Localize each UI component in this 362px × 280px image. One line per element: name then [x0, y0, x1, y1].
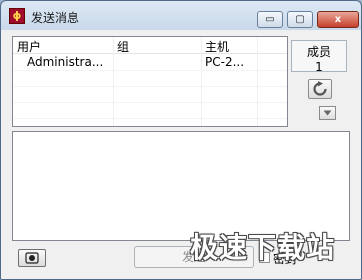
column-divider [201, 37, 202, 126]
member-count-panel: 成员 1 [291, 40, 347, 74]
row-divider [13, 118, 287, 119]
row-divider [13, 102, 287, 103]
message-input[interactable] [12, 131, 350, 241]
list-item-host[interactable]: PC-2... [205, 55, 244, 69]
seal-checkbox[interactable] [259, 252, 270, 263]
window-title: 发送消息 [31, 11, 80, 25]
column-header-user[interactable]: 用户 [17, 38, 41, 55]
seal-label[interactable]: 密封 [273, 250, 297, 267]
camera-icon [25, 252, 39, 264]
title-bar[interactable]: ϕ 发送消息 ▭ ▢ x [1, 1, 361, 30]
row-divider [13, 86, 287, 87]
refresh-icon [313, 81, 327, 96]
app-icon: ϕ [9, 8, 25, 24]
member-label: 成员 [306, 45, 331, 59]
column-divider [113, 37, 114, 126]
triangle-down-icon [323, 110, 332, 116]
column-divider [257, 37, 258, 126]
close-icon: x [334, 14, 342, 25]
list-header: 用户 组 主机 [13, 37, 287, 54]
column-header-group[interactable]: 组 [117, 38, 129, 55]
expand-button[interactable] [319, 106, 336, 120]
minimize-icon: ▭ [265, 14, 275, 25]
maximize-button[interactable]: ▢ [287, 11, 313, 28]
refresh-button[interactable] [308, 79, 332, 99]
user-list[interactable]: 用户 组 主机 Administra... PC-2... [12, 36, 288, 127]
row-divider [13, 70, 287, 71]
maximize-icon: ▢ [295, 14, 305, 25]
close-button[interactable]: x [317, 11, 359, 28]
send-button[interactable]: 发送 [134, 246, 254, 268]
column-header-host[interactable]: 主机 [205, 38, 229, 55]
minimize-button[interactable]: ▭ [257, 11, 283, 28]
window: ϕ 发送消息 ▭ ▢ x 用户 组 主机 Administra... PC-2.… [0, 0, 362, 280]
dialog-body: 用户 组 主机 Administra... PC-2... 成员 1 发送 密封 [7, 30, 355, 274]
screenshot-button[interactable] [18, 249, 46, 267]
list-item-user[interactable]: Administra... [27, 55, 103, 69]
member-count: 1 [315, 60, 323, 74]
